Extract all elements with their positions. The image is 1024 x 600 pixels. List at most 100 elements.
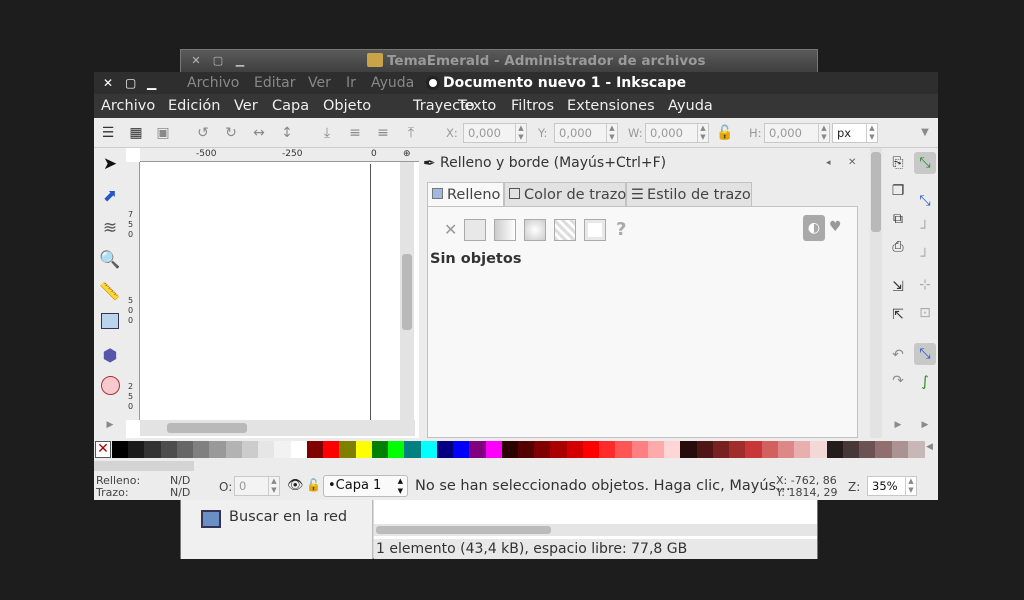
new-document-icon[interactable]: ⎘ <box>889 154 907 172</box>
color-swatch[interactable] <box>160 441 178 458</box>
vertical-ruler[interactable]: 7 5 0 5 0 0 2 5 0 <box>126 162 140 420</box>
close-icon[interactable]: ✕ <box>187 50 205 72</box>
overflow-arrow-icon[interactable]: ▶ <box>916 416 934 434</box>
menu-capa[interactable]: Capa <box>272 94 309 118</box>
export-icon[interactable]: ⇱ <box>889 306 907 324</box>
color-swatch[interactable] <box>485 441 503 458</box>
color-swatch[interactable] <box>859 441 877 458</box>
color-swatch[interactable] <box>647 441 665 458</box>
rotate-ccw-icon[interactable]: ↺ <box>194 124 212 142</box>
raise-icon[interactable]: ≡ <box>374 124 392 142</box>
toolbox-expand-icon[interactable]: ▶ <box>98 413 122 437</box>
color-swatch[interactable] <box>550 441 568 458</box>
color-swatch[interactable] <box>323 441 341 458</box>
color-swatch[interactable] <box>388 441 406 458</box>
color-swatch[interactable] <box>290 441 308 458</box>
color-swatch[interactable] <box>664 441 682 458</box>
spin-arrows-icon[interactable]: ▲ ▼ <box>818 124 829 142</box>
visibility-eye-icon[interactable]: 👁 <box>287 478 304 493</box>
overflow-arrow-icon[interactable]: ▶ <box>889 416 907 434</box>
menu-filtros[interactable]: Filtros <box>511 94 554 118</box>
minimize-icon[interactable]: ▁ <box>147 72 156 94</box>
color-swatch[interactable] <box>761 441 779 458</box>
radial-gradient-icon[interactable] <box>524 219 546 241</box>
opacity-input[interactable]: 0 ▲ ▼ <box>234 476 280 496</box>
clone-icon[interactable]: ⧉ <box>889 210 907 228</box>
color-swatch[interactable] <box>144 441 162 458</box>
3d-box-tool-icon[interactable]: ⬢ <box>98 344 122 368</box>
rectangle-tool-icon[interactable] <box>98 312 122 336</box>
menu-edicion[interactable]: Edición <box>168 94 220 118</box>
spin-arrows-icon[interactable]: ▲ ▼ <box>268 477 279 495</box>
minimize-icon[interactable]: ▁ <box>231 50 249 72</box>
color-swatch[interactable] <box>875 441 893 458</box>
color-swatch[interactable] <box>729 441 747 458</box>
select-all-icon[interactable]: ▦ <box>127 124 145 142</box>
color-swatch[interactable] <box>907 441 925 458</box>
lower-bottom-icon[interactable]: ⤓ <box>318 124 336 142</box>
tweak-tool-icon[interactable]: ≋ <box>98 216 122 240</box>
fill-rule-evenodd-icon[interactable]: ◐ <box>803 215 825 241</box>
tab-color-de-trazo[interactable]: Color de trazo <box>504 182 626 208</box>
color-swatch[interactable] <box>404 441 422 458</box>
iconify-icon[interactable]: ◂ <box>826 152 831 174</box>
color-swatch[interactable] <box>225 441 243 458</box>
pattern-icon[interactable] <box>554 219 576 241</box>
horizontal-scrollbar[interactable] <box>140 420 415 436</box>
snap-bbox-edge-icon[interactable]: ┘ <box>916 220 934 238</box>
color-swatch[interactable] <box>209 441 227 458</box>
color-swatch[interactable] <box>842 441 860 458</box>
snap-toggle-icon[interactable]: ⤡ <box>914 152 936 174</box>
import-icon[interactable]: ⇲ <box>889 278 907 296</box>
lower-icon[interactable]: ≡ <box>346 124 364 142</box>
maximize-icon[interactable]: ▢ <box>125 72 136 94</box>
color-swatch[interactable] <box>306 441 324 458</box>
scrollbar-thumb[interactable] <box>402 254 412 330</box>
flip-horizontal-icon[interactable]: ↔ <box>250 124 268 142</box>
menu-objeto[interactable]: Objeto <box>323 94 371 118</box>
color-swatch[interactable] <box>599 441 617 458</box>
h-input[interactable]: 0,000 ▲ ▼ <box>764 123 830 143</box>
color-swatch[interactable] <box>274 441 292 458</box>
tab-relleno[interactable]: Relleno <box>427 182 504 208</box>
menu-extensiones[interactable]: Extensiones <box>567 94 655 118</box>
color-swatch[interactable] <box>794 441 812 458</box>
horizontal-ruler[interactable]: -500 -250 0 ⊕ <box>140 148 419 162</box>
zoom-input[interactable]: 35% ▲ ▼ <box>867 476 917 496</box>
no-paint-icon[interactable]: ✕ <box>444 220 457 239</box>
flat-color-icon[interactable] <box>464 219 486 241</box>
node-tool-icon[interactable]: ⬈ <box>98 184 122 208</box>
sidebar-item-network[interactable]: Buscar en la red <box>229 509 347 525</box>
color-swatch[interactable] <box>371 441 389 458</box>
snap-path-icon[interactable]: ∫ <box>916 373 934 391</box>
file-manager-titlebar[interactable]: ✕ ▢ ▁ TemaEmerald - Administrador de arc… <box>181 50 817 72</box>
scrollbar-thumb[interactable] <box>167 423 247 433</box>
spin-arrows-icon[interactable]: ▲ ▼ <box>515 124 526 142</box>
color-swatch[interactable] <box>615 441 633 458</box>
handle-icon[interactable]: ☰ <box>99 124 117 142</box>
menu-texto[interactable]: Texto <box>458 94 496 118</box>
color-swatch[interactable] <box>436 441 454 458</box>
tab-estilo-de-trazo[interactable]: ☰ Estilo de trazo <box>626 182 752 208</box>
color-swatch[interactable] <box>241 441 259 458</box>
color-swatch[interactable] <box>176 441 194 458</box>
snap-nodes-icon[interactable]: ⤡ <box>914 343 936 365</box>
color-swatch[interactable] <box>826 441 844 458</box>
selector-tool-icon[interactable]: ➤ <box>98 152 122 176</box>
palette-scrollbar[interactable] <box>94 461 194 471</box>
flip-vertical-icon[interactable]: ↕ <box>278 124 296 142</box>
unset-paint-icon[interactable]: ? <box>616 219 626 240</box>
color-swatch[interactable] <box>582 441 600 458</box>
snap-bbox-midpoint-icon[interactable]: ⊹ <box>916 276 934 294</box>
duplicate-icon[interactable]: ❐ <box>889 182 907 200</box>
color-swatch[interactable] <box>696 441 714 458</box>
no-color-swatch[interactable]: ✕ <box>95 441 111 458</box>
menu-archivo[interactable]: Archivo <box>101 94 155 118</box>
spin-arrows-icon[interactable]: ▲ ▼ <box>606 124 617 142</box>
color-swatch[interactable] <box>112 441 129 458</box>
snap-bbox-corner-icon[interactable]: ┘ <box>916 248 934 266</box>
color-swatch[interactable] <box>712 441 730 458</box>
color-swatch[interactable] <box>339 441 357 458</box>
color-swatch[interactable] <box>680 441 698 458</box>
linear-gradient-icon[interactable] <box>494 219 516 241</box>
